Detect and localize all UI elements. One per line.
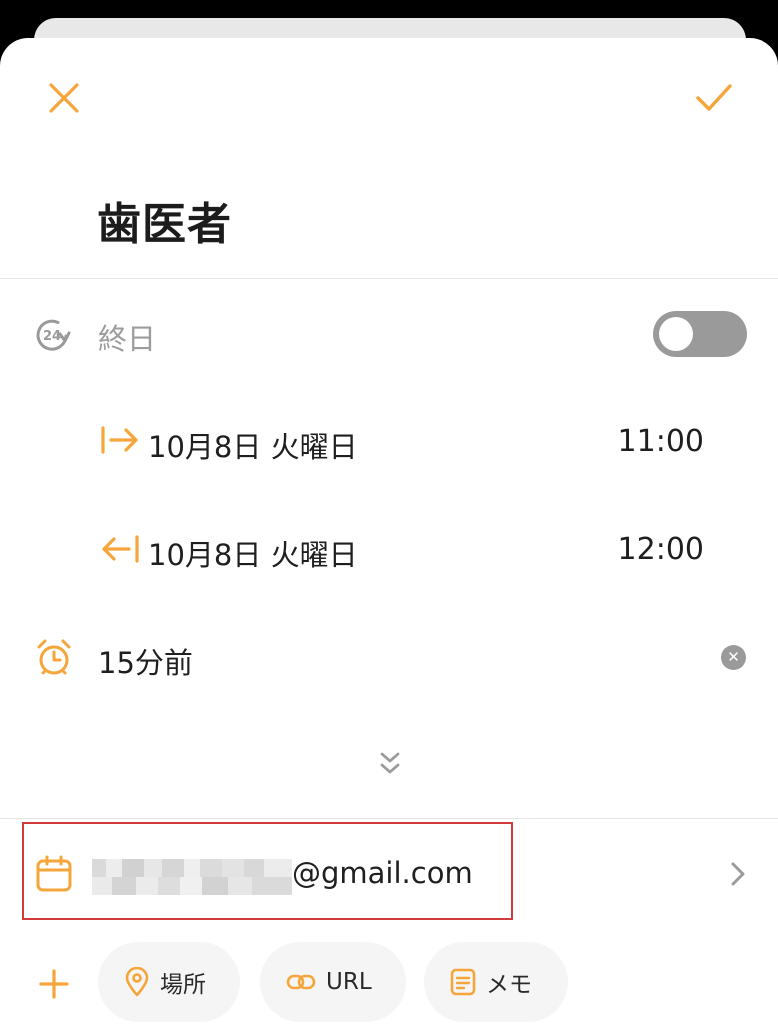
plus-icon bbox=[39, 969, 69, 999]
chevron-right-icon bbox=[731, 862, 745, 886]
location-pin-icon bbox=[125, 967, 149, 997]
alert-label[interactable]: 15分前 bbox=[98, 640, 193, 682]
account-select-button[interactable] bbox=[722, 856, 754, 892]
event-editor-sheet: 歯医者 24 終日 10月8日 火曜日 11:00 10月8日 火曜日 12:0… bbox=[0, 38, 778, 1024]
add-button[interactable] bbox=[34, 964, 74, 1004]
memo-chip[interactable]: メモ bbox=[424, 942, 568, 1022]
all-day-toggle[interactable] bbox=[653, 311, 747, 357]
memo-chip-label: メモ bbox=[486, 972, 532, 998]
end-arrow-icon bbox=[100, 534, 140, 564]
location-chip-label: 場所 bbox=[160, 972, 206, 998]
alarm-clock-icon bbox=[34, 638, 74, 678]
event-title[interactable]: 歯医者 bbox=[97, 188, 232, 252]
all-day-label: 終日 bbox=[98, 322, 157, 356]
account-email: @gmail.com bbox=[292, 856, 473, 890]
note-icon bbox=[450, 968, 476, 996]
divider bbox=[0, 818, 778, 819]
double-chevron-down-icon bbox=[380, 752, 400, 774]
confirm-button[interactable] bbox=[690, 74, 738, 122]
redacted-email-username bbox=[92, 859, 292, 895]
clear-alert-button[interactable]: ✕ bbox=[721, 645, 746, 670]
end-time[interactable]: 12:00 bbox=[618, 532, 704, 567]
url-chip-label: URL bbox=[326, 969, 372, 995]
url-chip[interactable]: URL bbox=[260, 942, 406, 1022]
expand-more-button[interactable] bbox=[370, 744, 410, 784]
start-arrow-icon bbox=[100, 425, 140, 455]
close-icon bbox=[49, 83, 79, 113]
start-time[interactable]: 11:00 bbox=[618, 424, 704, 459]
end-date[interactable]: 10月8日 火曜日 bbox=[148, 532, 358, 574]
divider bbox=[0, 278, 778, 279]
clear-x-icon: ✕ bbox=[727, 648, 740, 666]
start-date[interactable]: 10月8日 火曜日 bbox=[148, 424, 358, 466]
location-chip[interactable]: 場所 bbox=[98, 942, 240, 1022]
toggle-knob bbox=[659, 317, 693, 351]
link-icon bbox=[286, 974, 316, 990]
svg-text:24: 24 bbox=[43, 329, 61, 344]
all-day-24h-icon: 24 bbox=[32, 314, 74, 356]
checkmark-icon bbox=[696, 84, 732, 111]
close-button[interactable] bbox=[40, 74, 88, 122]
calendar-icon bbox=[34, 854, 74, 894]
